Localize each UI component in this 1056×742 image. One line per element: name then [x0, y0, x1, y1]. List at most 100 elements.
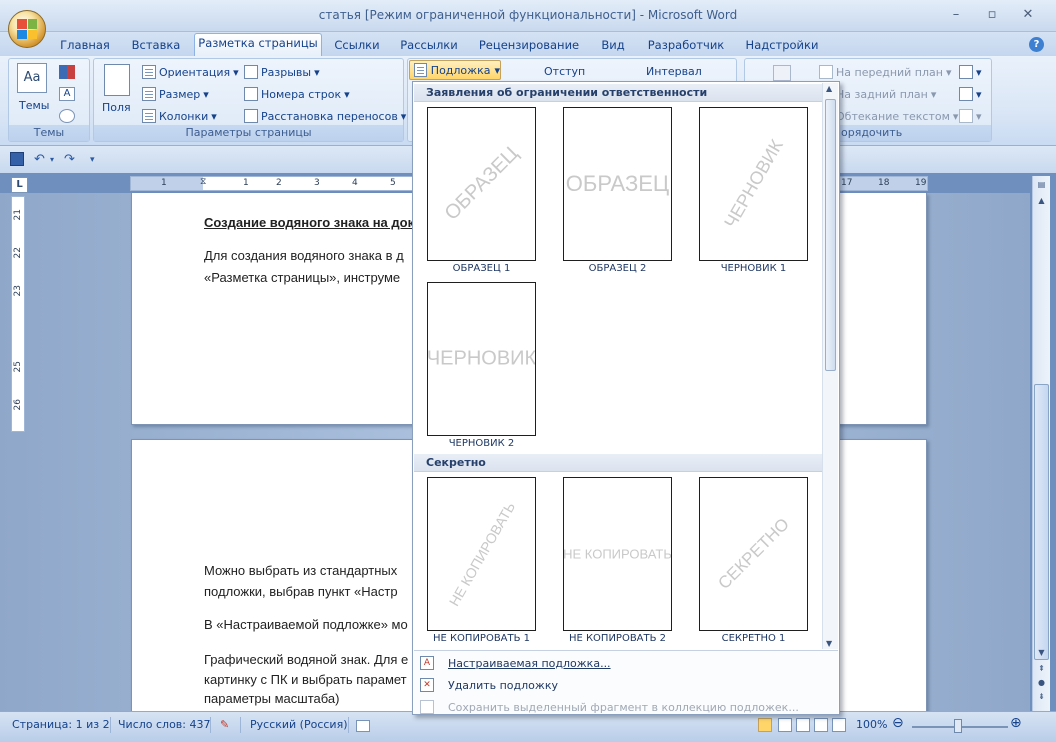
themes-button[interactable]: Темы [19, 99, 49, 112]
watermark-option[interactable]: НЕ КОПИРОВАТЬ [427, 477, 536, 631]
rotate-icon [959, 109, 973, 123]
reading-view-icon[interactable] [778, 718, 792, 732]
ruler-toggle-icon[interactable]: ▤ [1034, 178, 1049, 192]
theme-colors-icon[interactable] [59, 65, 75, 79]
tab-view[interactable]: Вид [596, 36, 630, 56]
window-title: статья [Режим ограниченной функционально… [318, 8, 738, 22]
line-numbers-button[interactable]: Номера строк ▾ [244, 87, 350, 101]
gallery-menu: A Настраиваемая подложка... ✕ Удалить по… [414, 650, 838, 714]
themes-icon[interactable]: Aa [17, 63, 47, 93]
breaks-button[interactable]: Разрывы ▾ [244, 65, 320, 79]
position-icon[interactable] [773, 65, 791, 81]
tab-mailings[interactable]: Рассылки [396, 36, 462, 56]
tab-home[interactable]: Главная [56, 36, 114, 56]
ruler-number: 25 [13, 361, 23, 373]
tab-developer[interactable]: Разработчик [644, 36, 728, 56]
zoom-out-icon[interactable]: ⊖ [892, 715, 904, 731]
save-selection-item[interactable]: Сохранить выделенный фрагмент в коллекци… [448, 701, 799, 714]
doc-paragraph-line: В «Настраиваемой подложке» мо [204, 617, 408, 632]
office-button[interactable] [8, 10, 46, 48]
watermark-button[interactable]: Подложка ▾ [409, 60, 501, 80]
group-button[interactable]: ▾ [959, 87, 982, 101]
remove-watermark-item[interactable]: Удалить подложку [448, 679, 558, 692]
tab-insert[interactable]: Вставка [126, 36, 186, 56]
tab-references[interactable]: Ссылки [330, 36, 384, 56]
watermark-option[interactable]: НЕ КОПИРОВАТЬ [563, 477, 672, 631]
columns-icon [142, 109, 156, 123]
doc-paragraph-line: Можно выбрать из стандартных [204, 563, 398, 578]
maximize-icon[interactable]: ▫ [978, 6, 1006, 24]
scroll-down-icon[interactable]: ▼ [1034, 646, 1049, 660]
language-indicator[interactable]: Русский (Россия) [250, 718, 348, 731]
tab-review[interactable]: Рецензирование [476, 36, 582, 56]
theme-fonts-icon[interactable]: A [59, 87, 75, 101]
group-icon [959, 87, 973, 101]
zoom-slider-thumb[interactable] [954, 719, 962, 733]
macro-record-icon[interactable] [356, 720, 370, 732]
indent-label: Отступ [544, 65, 586, 78]
theme-effects-icon[interactable] [59, 109, 75, 123]
align-icon [959, 65, 973, 79]
next-page-icon[interactable]: ⇟ [1034, 690, 1049, 704]
align-button[interactable]: ▾ [959, 65, 982, 79]
web-view-icon[interactable] [796, 718, 810, 732]
previous-page-icon[interactable]: ⇞ [1034, 662, 1049, 676]
browse-object-icon[interactable]: ● [1034, 676, 1049, 690]
bring-front-button[interactable]: На передний план ▾ [819, 65, 952, 79]
customize-qat-icon[interactable]: ▾ [90, 155, 104, 169]
ruler-number: 3 [314, 178, 320, 188]
zoom-level[interactable]: 100% [856, 718, 887, 731]
gallery-scrollbar-thumb[interactable] [825, 99, 836, 371]
help-icon[interactable]: ? [1029, 37, 1044, 52]
page-setup-group: Поля Ориентация ▾ Размер ▾ Колонки ▾ Раз… [93, 58, 406, 142]
gallery-scrollbar[interactable]: ▲ ▼ [822, 83, 838, 649]
watermark-option[interactable]: ЧЕРНОВИК [427, 282, 536, 436]
tab-selector[interactable]: L [11, 177, 28, 193]
watermark-gallery: Заявления об ограничении ответственности… [412, 81, 840, 715]
ruler-number: 1 [161, 178, 167, 188]
scrollbar-thumb[interactable] [1034, 384, 1049, 660]
print-layout-view-icon[interactable] [758, 718, 772, 732]
orientation-button[interactable]: Ориентация ▾ [142, 65, 239, 79]
watermark-option-label: ОБРАЗЕЦ 2 [588, 263, 647, 274]
hyphenation-button[interactable]: Расстановка переносов ▾ [244, 109, 406, 123]
scroll-up-icon[interactable]: ▲ [1034, 194, 1049, 208]
close-icon[interactable]: ✕ [1014, 6, 1042, 24]
vertical-scrollbar[interactable]: ▤ ▲ ▼ ⇞ ● ⇟ [1032, 176, 1050, 711]
rotate-button[interactable]: ▾ [959, 109, 982, 123]
vertical-ruler[interactable]: 21 22 23 25 26 [11, 196, 25, 432]
watermark-option[interactable]: ОБРАЗЕЦ [563, 107, 672, 261]
office-logo-icon [17, 19, 37, 39]
size-button[interactable]: Размер ▾ [142, 87, 209, 101]
undo-icon[interactable]: ↶ [34, 152, 48, 167]
spelling-check-icon[interactable]: ✎ [220, 718, 229, 731]
gallery-section-disclaimers: Заявления об ограничении ответственности [414, 84, 824, 102]
outline-view-icon[interactable] [814, 718, 828, 732]
minimize-icon[interactable]: – [942, 6, 970, 24]
watermark-option[interactable]: ОБРАЗЕЦ [427, 107, 536, 261]
page-count[interactable]: Страница: 1 из 2 [12, 718, 110, 731]
bring-front-icon [819, 65, 833, 79]
draft-view-icon[interactable] [832, 718, 846, 732]
page-setup-group-label: Параметры страницы [94, 125, 403, 141]
margins-icon[interactable] [104, 64, 130, 96]
zoom-in-icon[interactable]: ⊕ [1010, 715, 1022, 731]
tab-addins[interactable]: Надстройки [742, 36, 822, 56]
columns-button[interactable]: Колонки ▾ [142, 109, 217, 123]
redo-icon[interactable]: ↷ [64, 152, 78, 167]
indent-marker-icon[interactable]: ⧖ [200, 177, 209, 190]
word-count[interactable]: Число слов: 437 [118, 718, 211, 731]
ruler-number: 5 [390, 178, 396, 188]
scroll-up-icon[interactable]: ▲ [826, 84, 832, 93]
doc-paragraph-line: Графический водяной знак. Для е [204, 652, 409, 667]
save-icon[interactable] [10, 152, 24, 166]
scroll-down-icon[interactable]: ▼ [826, 639, 832, 648]
custom-watermark-item[interactable]: Настраиваемая подложка... [448, 657, 611, 670]
undo-dropdown-icon[interactable]: ▾ [50, 155, 64, 169]
watermark-option[interactable]: ЧЕРНОВИК [699, 107, 808, 261]
watermark-option[interactable]: СЕКРЕТНО [699, 477, 808, 631]
ruler-number: 4 [352, 178, 358, 188]
margins-button[interactable]: Поля [102, 101, 131, 114]
watermark-icon [414, 63, 427, 77]
tab-page-layout[interactable]: Разметка страницы [194, 33, 322, 56]
